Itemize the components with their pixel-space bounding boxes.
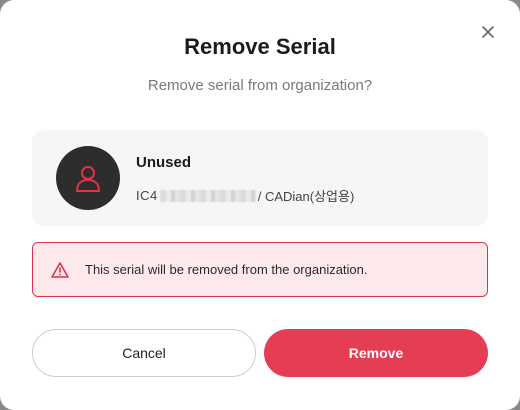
serial-number-prefix: IC4 xyxy=(136,188,158,203)
dialog-title: Remove Serial xyxy=(184,34,336,59)
warning-banner: This serial will be removed from the org… xyxy=(32,242,488,297)
user-icon xyxy=(76,166,100,192)
dialog-subtitle: Remove serial from organization? xyxy=(147,77,373,94)
avatar xyxy=(56,146,120,210)
product-name: / CADian(상업용) xyxy=(257,189,355,204)
serial-number-masked xyxy=(159,189,256,202)
warning-triangle-icon xyxy=(51,262,69,278)
remove-serial-dialog: Remove Serial Remove serial from organiz… xyxy=(0,0,520,410)
serial-info: IC4 / CADian(상업용) xyxy=(136,186,354,205)
serial-status: Unused xyxy=(136,154,192,171)
cancel-button[interactable]: Cancel xyxy=(32,329,256,377)
serial-card: Unused IC4 / CADian(상업용) xyxy=(32,130,488,226)
remove-button[interactable]: Remove xyxy=(264,329,488,377)
warning-message: This serial will be removed from the org… xyxy=(85,262,368,277)
